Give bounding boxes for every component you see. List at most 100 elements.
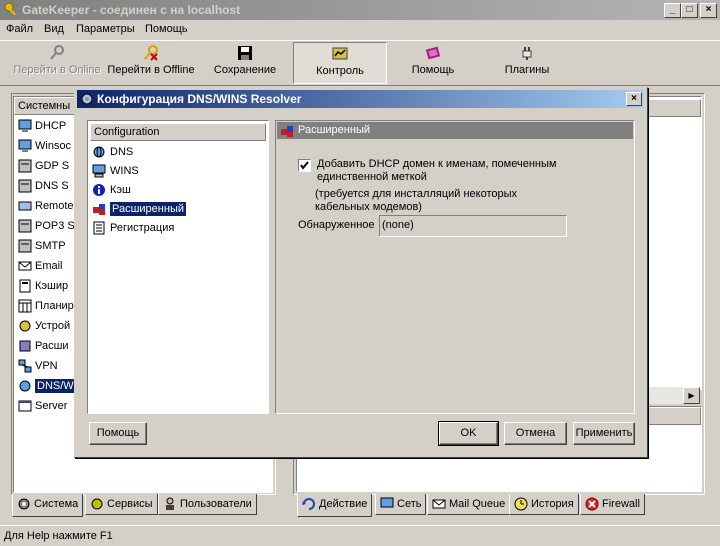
server-icon: [18, 239, 32, 253]
network-icon: [18, 119, 32, 133]
apply-button[interactable]: Применить: [573, 422, 635, 445]
config-tree[interactable]: Configuration DNS WINS Кэш Расширенный Р…: [87, 120, 269, 414]
dialog-title: Конфигурация DNS/WINS Resolver: [97, 92, 302, 106]
status-bar: Для Help нажмите F1: [0, 525, 720, 546]
save-button[interactable]: Сохранение: [204, 42, 286, 82]
menu-view[interactable]: Вид: [44, 23, 64, 35]
tree-item-registration[interactable]: Регистрация: [92, 219, 174, 237]
tab-history[interactable]: История: [509, 494, 579, 515]
add-dhcp-domain-checkbox[interactable]: [298, 159, 311, 172]
envelope-icon: [18, 261, 32, 271]
gear-icon: [18, 498, 30, 510]
monitor-chart-icon: [332, 47, 348, 60]
plug-icon: [522, 47, 532, 60]
menu-file[interactable]: Файл: [6, 23, 33, 35]
server-icon: [18, 159, 32, 173]
dialog-titlebar: Конфигурация DNS/WINS Resolver ×: [77, 90, 643, 108]
dialog-icon: [81, 93, 93, 105]
clock-icon: [514, 497, 528, 511]
list-item[interactable]: Server: [18, 396, 67, 416]
note-line1: (требуется для инсталляций некоторых: [315, 188, 518, 200]
list-item[interactable]: SMTP: [18, 236, 66, 256]
network-icon: [18, 139, 32, 153]
checkbox-label-line2: единственной меткой: [317, 171, 427, 183]
list-item[interactable]: Расши: [18, 336, 69, 356]
devices-icon: [19, 320, 31, 332]
cache-icon: [19, 279, 31, 293]
page-title: Расширенный: [298, 124, 370, 136]
user-icon: [166, 497, 174, 511]
action-arrows-icon: [302, 498, 315, 511]
tree-item-dns[interactable]: DNS: [92, 143, 133, 161]
list-item[interactable]: Планир: [18, 296, 74, 316]
go-offline-button[interactable]: Перейти в Offline: [104, 42, 198, 82]
list-item[interactable]: Email: [18, 256, 63, 276]
checkbox-label-line1: Добавить DHCP домен к именам, помеченным: [317, 158, 557, 170]
key-offline-icon: [144, 45, 158, 61]
dns-wins-icon: [19, 380, 31, 392]
info-icon: [93, 184, 105, 197]
computer-icon: [92, 164, 106, 178]
list-item[interactable]: Устрой: [18, 316, 70, 336]
list-item[interactable]: DHCP: [18, 116, 66, 136]
list-item[interactable]: Кэшир: [18, 276, 68, 296]
tab-mail-queue[interactable]: Mail Queue: [427, 494, 511, 515]
services-gear-icon: [91, 498, 103, 510]
tree-item-cache[interactable]: Кэш: [92, 181, 131, 199]
menu-bar: Файл Вид Параметры Помощь: [0, 21, 720, 39]
control-button[interactable]: Контроль: [293, 42, 387, 84]
close-button[interactable]: ×: [700, 3, 717, 18]
extension-icon: [19, 340, 31, 352]
floppy-disk-icon: [238, 46, 252, 60]
checkmark-icon: [300, 161, 309, 170]
puzzle-icon: [281, 126, 293, 137]
plugins-button[interactable]: Плагины: [484, 42, 570, 82]
go-online-button[interactable]: Перейти в Online: [10, 42, 104, 82]
tab-firewall[interactable]: Firewall: [580, 494, 645, 515]
tab-network[interactable]: Сеть: [375, 494, 427, 515]
dialog-help-button[interactable]: Помощь: [89, 422, 147, 445]
help-button[interactable]: Помощь: [390, 42, 476, 82]
server-window-icon: [18, 400, 32, 412]
maximize-button[interactable]: □: [681, 3, 698, 18]
menu-options[interactable]: Параметры: [76, 23, 135, 35]
menu-help[interactable]: Помощь: [145, 23, 188, 35]
cancel-button[interactable]: Отмена: [504, 422, 567, 445]
window-titlebar: GateKeeper - соединен с на localhost _ □…: [0, 0, 720, 20]
key-icon: [50, 45, 64, 60]
tab-action[interactable]: Действие: [297, 494, 373, 517]
tab-users[interactable]: Пользователи: [158, 494, 257, 515]
detected-value-field: (none): [379, 215, 567, 237]
puzzle-icon: [93, 204, 105, 216]
ok-button[interactable]: OK: [438, 421, 499, 446]
help-book-icon: [425, 46, 441, 60]
vpn-icon: [18, 359, 32, 373]
minimize-button[interactable]: _: [664, 3, 681, 18]
list-item[interactable]: GDP S: [18, 156, 69, 176]
dialog-close-button[interactable]: ×: [626, 92, 642, 106]
firewall-stop-icon: [585, 497, 599, 511]
scroll-right-button[interactable]: ▶: [683, 387, 700, 404]
dns-globe-icon: [93, 146, 105, 158]
list-item[interactable]: Remote: [18, 196, 74, 216]
settings-page: Расширенный Добавить DHCP домен к именам…: [275, 120, 635, 414]
tree-item-advanced[interactable]: Расширенный: [92, 200, 186, 218]
list-item[interactable]: POP3 S: [18, 216, 75, 236]
envelope-icon: [432, 499, 446, 509]
remote-icon: [18, 201, 32, 211]
server-icon: [18, 179, 32, 193]
document-icon: [93, 221, 105, 235]
tab-services[interactable]: Сервисы: [85, 494, 158, 515]
detected-label: Обнаруженное: [298, 219, 375, 231]
list-item[interactable]: Winsoc: [18, 136, 71, 156]
list-item[interactable]: DNS S: [18, 176, 69, 196]
page-header: Расширенный: [277, 122, 633, 139]
gatekeeper-key-icon: [4, 2, 16, 16]
note-line2: кабельных модемов): [315, 201, 422, 213]
tab-system[interactable]: Система: [12, 494, 84, 517]
tree-item-wins[interactable]: WINS: [92, 162, 139, 180]
server-icon: [18, 219, 32, 233]
list-item[interactable]: VPN: [18, 356, 58, 376]
status-text: Для Help нажмите F1: [4, 530, 113, 542]
tree-header: Configuration: [90, 123, 266, 141]
